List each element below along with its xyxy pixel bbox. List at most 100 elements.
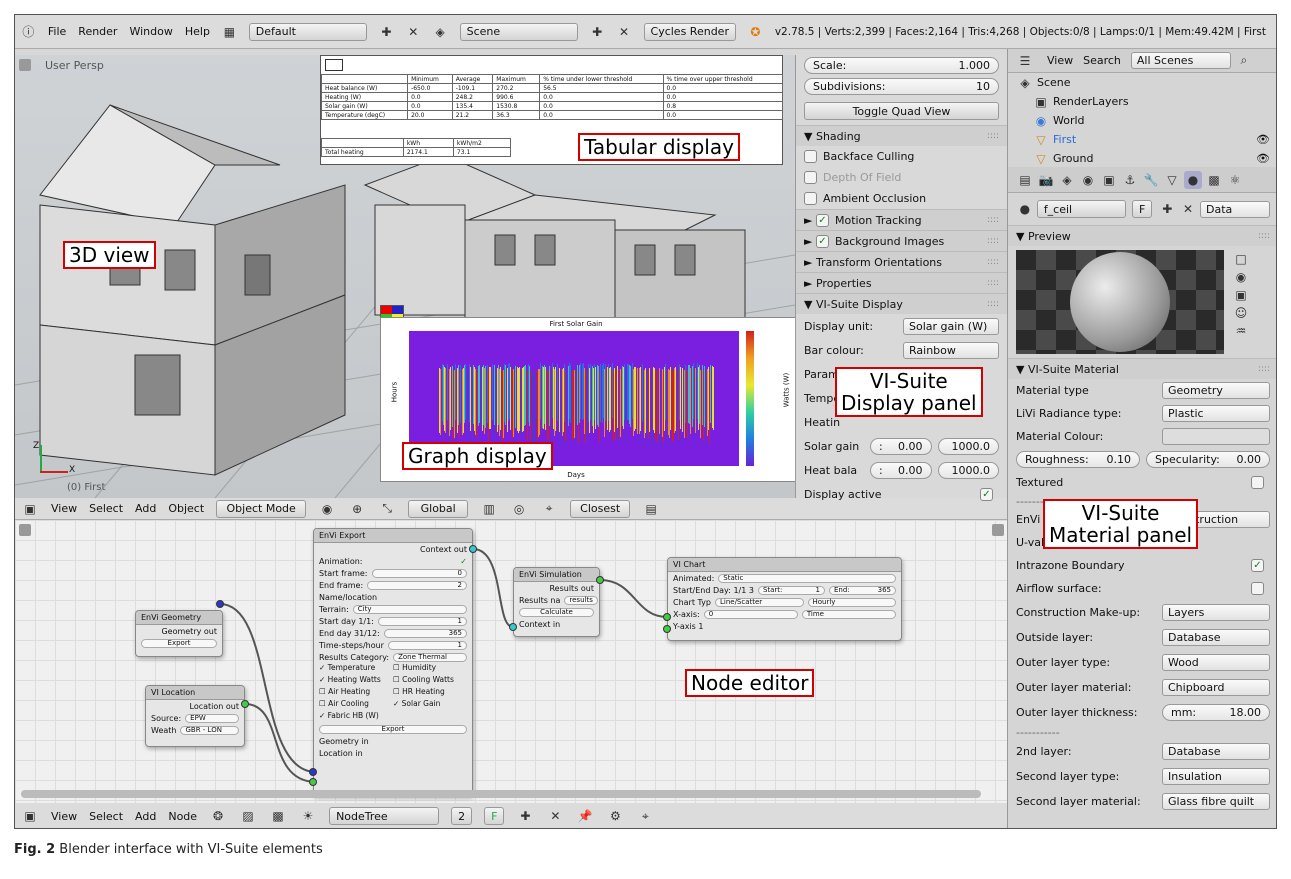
backface-checkbox[interactable]	[804, 150, 817, 163]
render-engine-select[interactable]: Cycles Render	[643, 22, 736, 41]
menu-render[interactable]: Render	[78, 25, 117, 38]
menu-add[interactable]: Add	[135, 502, 156, 515]
search-icon[interactable]: ⌕	[1235, 52, 1253, 70]
airflow-checkbox[interactable]	[1251, 582, 1264, 595]
preview-sphere-icon[interactable]: ◉	[1232, 268, 1250, 286]
animated-select[interactable]: Static	[718, 573, 896, 583]
node-vi-chart[interactable]: VI Chart Animated: Static Start/End Day: …	[667, 557, 902, 641]
motion-tracking-checkbox[interactable]: ✓	[815, 213, 829, 227]
socket-results-out[interactable]	[596, 576, 604, 584]
object-tab-icon[interactable]: ▣	[1100, 171, 1118, 189]
delete-tree-icon[interactable]: ✕	[546, 807, 564, 825]
export-button[interactable]: Export	[319, 724, 467, 734]
opengl-render-icon[interactable]: ▤	[642, 500, 660, 518]
result-option[interactable]: ✓ Heating Watts	[319, 675, 393, 687]
display-unit-select[interactable]: Solar gain (W)	[903, 317, 999, 335]
shading-icon[interactable]: ◉	[318, 500, 336, 518]
node-envi-geometry[interactable]: EnVi Geometry Geometry out Export	[135, 610, 223, 657]
outliner-item-renderlayers[interactable]: RenderLayers	[1053, 95, 1129, 108]
socket-location-out[interactable]	[241, 700, 249, 708]
end-value[interactable]: 365	[878, 586, 891, 594]
snap-node-icon[interactable]: ⌖	[636, 807, 654, 825]
modifiers-tab-icon[interactable]: 🔧	[1142, 171, 1160, 189]
shader-tree-icon[interactable]: ❂	[209, 807, 227, 825]
node-menu-view[interactable]: View	[51, 810, 77, 823]
add-layout-icon[interactable]: ✚	[379, 23, 394, 41]
material-colour-swatch[interactable]	[1162, 428, 1270, 445]
transform-orientations-section[interactable]: ► Transform Orientations::::	[796, 251, 1007, 272]
bar-colour-select[interactable]: Rainbow	[903, 341, 999, 359]
add-scene-icon[interactable]: ✚	[590, 23, 605, 41]
start-frame-value[interactable]: 0	[458, 569, 462, 577]
node-menu-node[interactable]: Node	[168, 810, 197, 823]
second-layer-select[interactable]: Database	[1162, 743, 1270, 760]
material-type-select[interactable]: Geometry	[1162, 382, 1270, 399]
outer-layer-type-select[interactable]: Wood	[1162, 654, 1270, 671]
scale-value[interactable]: 1.000	[959, 59, 991, 72]
texture-tab-icon[interactable]: ▩	[1205, 171, 1223, 189]
node-envi-export[interactable]: EnVi Export Context out Animation: ✓ Star…	[313, 528, 473, 796]
outliner-menu-search[interactable]: Search	[1083, 54, 1121, 67]
background-images-section[interactable]: ► ✓ Background Images::::	[796, 230, 1007, 251]
preview-monkey-icon[interactable]: ☺	[1232, 304, 1250, 322]
new-tree-icon[interactable]: ✚	[516, 807, 534, 825]
geometry-export-button[interactable]: Export	[141, 638, 217, 648]
delete-layout-icon[interactable]: ✕	[406, 23, 421, 41]
motion-tracking-section[interactable]: ► ✓ Motion Tracking::::	[796, 209, 1007, 230]
specularity-value[interactable]: 0.00	[1237, 453, 1262, 466]
unlink-material-icon[interactable]: ✕	[1179, 200, 1197, 218]
outliner-filter-select[interactable]: All Scenes	[1130, 52, 1231, 69]
snap-target-select[interactable]: Closest	[570, 499, 631, 518]
socket-location-in[interactable]	[309, 778, 317, 786]
scene-icon[interactable]: ◈	[433, 23, 448, 41]
node-editor-corner-icon[interactable]	[19, 524, 31, 536]
visibility-eye-icon[interactable]: 👁	[1256, 152, 1270, 165]
physics-tab-icon[interactable]: ⚛	[1226, 171, 1244, 189]
result-option[interactable]: ☐ HR Heating	[393, 687, 467, 699]
compositor-icon[interactable]: ▨	[239, 807, 257, 825]
constraints-tab-icon[interactable]: ⚓	[1121, 171, 1139, 189]
material-tab-icon[interactable]: ●	[1184, 170, 1202, 189]
socket-context-out[interactable]	[469, 545, 477, 553]
texture-tree-icon[interactable]: ▩	[269, 807, 287, 825]
manipulator-icon[interactable]: ⤡	[378, 500, 396, 518]
socket-geometry-in[interactable]	[309, 768, 317, 776]
layers-icon[interactable]: ▥	[480, 500, 498, 518]
result-option[interactable]: ☐ Air Cooling	[319, 699, 393, 711]
preview-cube-icon[interactable]: ▣	[1232, 286, 1250, 304]
calculate-button[interactable]: Calculate	[519, 607, 594, 617]
users-count[interactable]: 2	[451, 807, 473, 825]
terrain-select[interactable]: City	[358, 605, 372, 613]
ao-checkbox[interactable]	[804, 192, 817, 205]
x-axis-select[interactable]: 0	[703, 609, 798, 619]
x-axis-type-select[interactable]: Time	[801, 609, 897, 619]
node-menu-select[interactable]: Select	[89, 810, 123, 823]
background-images-checkbox[interactable]: ✓	[815, 234, 829, 248]
layout-select[interactable]: Default	[248, 22, 367, 41]
outer-layer-material-select[interactable]: Chipboard	[1162, 679, 1270, 696]
fake-user-button[interactable]: F	[484, 807, 505, 825]
outside-layer-select[interactable]: Database	[1162, 629, 1270, 646]
preview-section[interactable]: ▼ Preview::::	[1008, 225, 1276, 246]
heat-balance-min[interactable]: 0.00	[898, 464, 923, 477]
source-select[interactable]: EPW	[185, 713, 239, 723]
socket-x-axis-in[interactable]	[663, 613, 671, 621]
result-option[interactable]: ☐ Air Heating	[319, 687, 393, 699]
material-sphere-icon[interactable]: ●	[1016, 200, 1034, 218]
data-tab-icon[interactable]: ▽	[1163, 171, 1181, 189]
menu-file[interactable]: File	[48, 25, 66, 38]
node-menu-add[interactable]: Add	[135, 810, 156, 823]
shading-section[interactable]: ▼ Shading::::	[796, 125, 1007, 146]
layout-icon[interactable]: ▦	[222, 23, 237, 41]
node-tree-select[interactable]: NodeTree	[329, 807, 440, 825]
start-day-value[interactable]: 1	[458, 617, 462, 625]
frequency-select[interactable]: Hourly	[807, 597, 897, 607]
material-users-button[interactable]: F	[1132, 200, 1153, 218]
render-tab-icon[interactable]: 📷	[1037, 171, 1055, 189]
display-active-checkbox[interactable]: ✓	[980, 487, 993, 501]
preview-hair-icon[interactable]: ♒	[1232, 322, 1250, 340]
start-value[interactable]: 1	[816, 586, 820, 594]
menu-help[interactable]: Help	[185, 25, 210, 38]
result-option[interactable]: ☐ Cooling Watts	[393, 675, 467, 687]
vi-suite-material-section[interactable]: ▼ VI-Suite Material::::	[1008, 358, 1276, 379]
